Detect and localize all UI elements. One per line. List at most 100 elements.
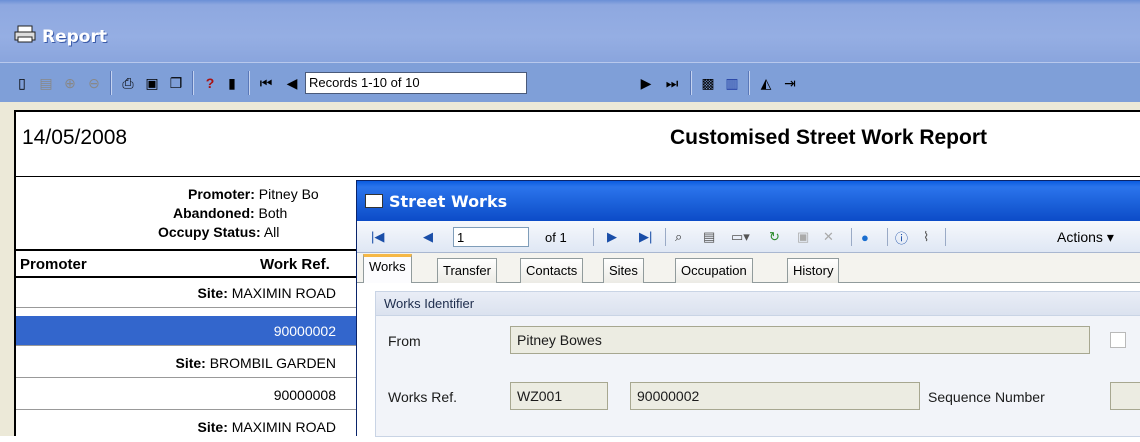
save-icon[interactable]: ▣	[142, 73, 162, 93]
site-row[interactable]: Site: MAXIMIN ROAD	[16, 278, 356, 308]
works-identifier-group: Works Identifier From Pitney Bowes Works…	[375, 291, 1140, 437]
chevron-down-icon: ▾	[1106, 229, 1114, 245]
last-record-icon[interactable]: ⏭	[662, 73, 682, 93]
work-ref-value: 90000008	[273, 387, 336, 403]
info-icon[interactable]: ▮	[222, 73, 242, 93]
site-value: MAXIMIN ROAD	[231, 285, 336, 301]
list-icon[interactable]: ▤	[703, 228, 715, 246]
multi-page-icon[interactable]: ▤	[36, 73, 56, 93]
filter-occupy-value: All	[263, 224, 280, 240]
first-icon[interactable]: |◀	[371, 228, 384, 246]
toolbar-separator	[851, 228, 852, 246]
exit-icon[interactable]: ⇥	[780, 73, 800, 93]
filter-abandoned: Abandoned: Both	[173, 205, 287, 221]
print-icon[interactable]: ⎙	[118, 73, 138, 93]
chart-icon[interactable]: ▥	[722, 73, 742, 93]
toolbar-separator	[887, 228, 888, 246]
site-text: Site: MAXIMIN ROAD	[198, 419, 336, 435]
site-label: Site:	[197, 419, 228, 435]
tab-sites[interactable]: Sites	[603, 258, 644, 283]
toolbar-separator	[110, 71, 112, 95]
street-works-toolbar: |◀ ◀ of 1 ▶ ▶| ⌕ ▤ ▭▾ ↻ ▣ ✕ ● ⓘ ⌇ Action…	[357, 221, 1140, 253]
first-record-icon[interactable]: ⏮	[256, 73, 276, 93]
site-row[interactable]: Site: BROMBIL GARDEN	[16, 348, 356, 378]
help-icon[interactable]: ?	[200, 73, 220, 93]
site-value: MAXIMIN ROAD	[231, 419, 336, 435]
printer-icon	[14, 25, 36, 43]
filter-promoter: Promoter: Pitney Bo	[188, 186, 319, 202]
report-heading: Customised Street Work Report	[670, 126, 987, 149]
column-header-rule	[16, 249, 356, 251]
tab-works[interactable]: Works	[363, 254, 412, 284]
toolbar-separator	[593, 228, 594, 246]
filter-promoter-value: Pitney Bo	[258, 186, 319, 202]
attachment-icon[interactable]: ⌇	[923, 228, 929, 246]
tab-history[interactable]: History	[787, 258, 840, 283]
checkbox[interactable]	[1110, 332, 1126, 348]
copy-icon[interactable]: ❐	[166, 73, 186, 93]
tab-occupation[interactable]: Occupation	[675, 258, 753, 283]
works-identifier-title: Works Identifier	[376, 292, 1140, 316]
site-label: Site:	[175, 355, 206, 371]
toolbar-separator	[945, 228, 946, 246]
work-ref-value: 90000002	[273, 323, 336, 339]
toolbar-separator	[192, 71, 194, 95]
report-titlebar: Report	[0, 0, 1140, 62]
previous-record-icon[interactable]: ◀	[282, 73, 302, 93]
street-works-body: Works Identifier From Pitney Bowes Works…	[357, 283, 1140, 437]
street-works-tabs: Works Transfer Contacts Sites Occupation…	[357, 253, 1140, 284]
page-number-input[interactable]	[453, 227, 529, 247]
works-ref-prefix-field[interactable]: WZ001	[510, 382, 608, 410]
report-date: 14/05/2008	[22, 126, 128, 149]
info-icon[interactable]: ⓘ	[895, 228, 908, 246]
filter-occupy: Occupy Status: All	[158, 224, 279, 240]
site-label: Site:	[197, 285, 228, 301]
toolbar-separator	[690, 71, 692, 95]
column-promoter: Promoter	[20, 256, 87, 273]
street-works-window: Street Works |◀ ◀ of 1 ▶ ▶| ⌕ ▤ ▭▾ ↻ ▣ ✕…	[356, 180, 1140, 437]
records-field[interactable]: Records 1-10 of 10	[305, 72, 527, 94]
window-title: Report	[42, 27, 107, 47]
header-divider	[16, 176, 1140, 177]
actions-label: Actions	[1057, 229, 1103, 245]
next-record-icon[interactable]: ▶	[636, 73, 656, 93]
one-page-icon[interactable]: ▯	[12, 73, 32, 93]
export-icon[interactable]: ▩	[698, 73, 718, 93]
works-ref-number-field[interactable]: 90000002	[630, 382, 920, 410]
report-window: Report ▯ ▤ ⊕ ⊖ ⎙ ▣ ❐ ? ▮ ⏮ ◀ Records 1-1…	[0, 0, 1140, 437]
new-record-icon[interactable]: ▭▾	[731, 228, 750, 246]
work-ref-row[interactable]: 90000008	[16, 380, 356, 410]
save-icon[interactable]: ▣	[797, 228, 809, 246]
find-icon[interactable]: ⌕	[675, 228, 682, 246]
last-icon[interactable]: ▶|	[639, 228, 652, 246]
next-icon[interactable]: ▶	[607, 228, 617, 246]
site-row[interactable]: Site: MAXIMIN ROAD	[16, 412, 356, 442]
refresh-icon[interactable]: ↻	[769, 228, 780, 246]
filter-abandoned-value: Both	[258, 205, 288, 221]
zoom-out-icon[interactable]: ⊖	[84, 73, 104, 93]
street-works-title: Street Works	[389, 192, 508, 211]
delete-icon[interactable]: ✕	[823, 228, 834, 246]
from-label: From	[388, 333, 421, 349]
filter-abandoned-label: Abandoned:	[173, 205, 255, 221]
filter-occupy-label: Occupy Status:	[158, 224, 261, 240]
sequence-number-field[interactable]	[1110, 382, 1140, 410]
site-text: Site: MAXIMIN ROAD	[198, 285, 336, 301]
work-ref-row-selected[interactable]: 90000002	[16, 316, 356, 346]
tab-transfer[interactable]: Transfer	[437, 258, 497, 283]
street-works-titlebar[interactable]: Street Works	[357, 181, 1140, 221]
filter-promoter-label: Promoter:	[188, 186, 255, 202]
toolbar-separator	[248, 71, 250, 95]
table-icon	[365, 194, 383, 208]
actions-menu[interactable]: Actions ▾	[1057, 229, 1114, 246]
from-field[interactable]: Pitney Bowes	[510, 326, 1090, 354]
toolbar-separator	[665, 228, 666, 246]
previous-icon[interactable]: ◀	[423, 228, 433, 246]
setup-icon[interactable]: ◭	[756, 73, 776, 93]
zoom-in-icon[interactable]: ⊕	[60, 73, 80, 93]
site-text: Site: BROMBIL GARDEN	[175, 355, 336, 371]
globe-icon[interactable]: ●	[861, 228, 869, 246]
tab-contacts[interactable]: Contacts	[520, 258, 584, 283]
page-count: of 1	[545, 230, 567, 245]
toolbar-separator	[748, 71, 750, 95]
